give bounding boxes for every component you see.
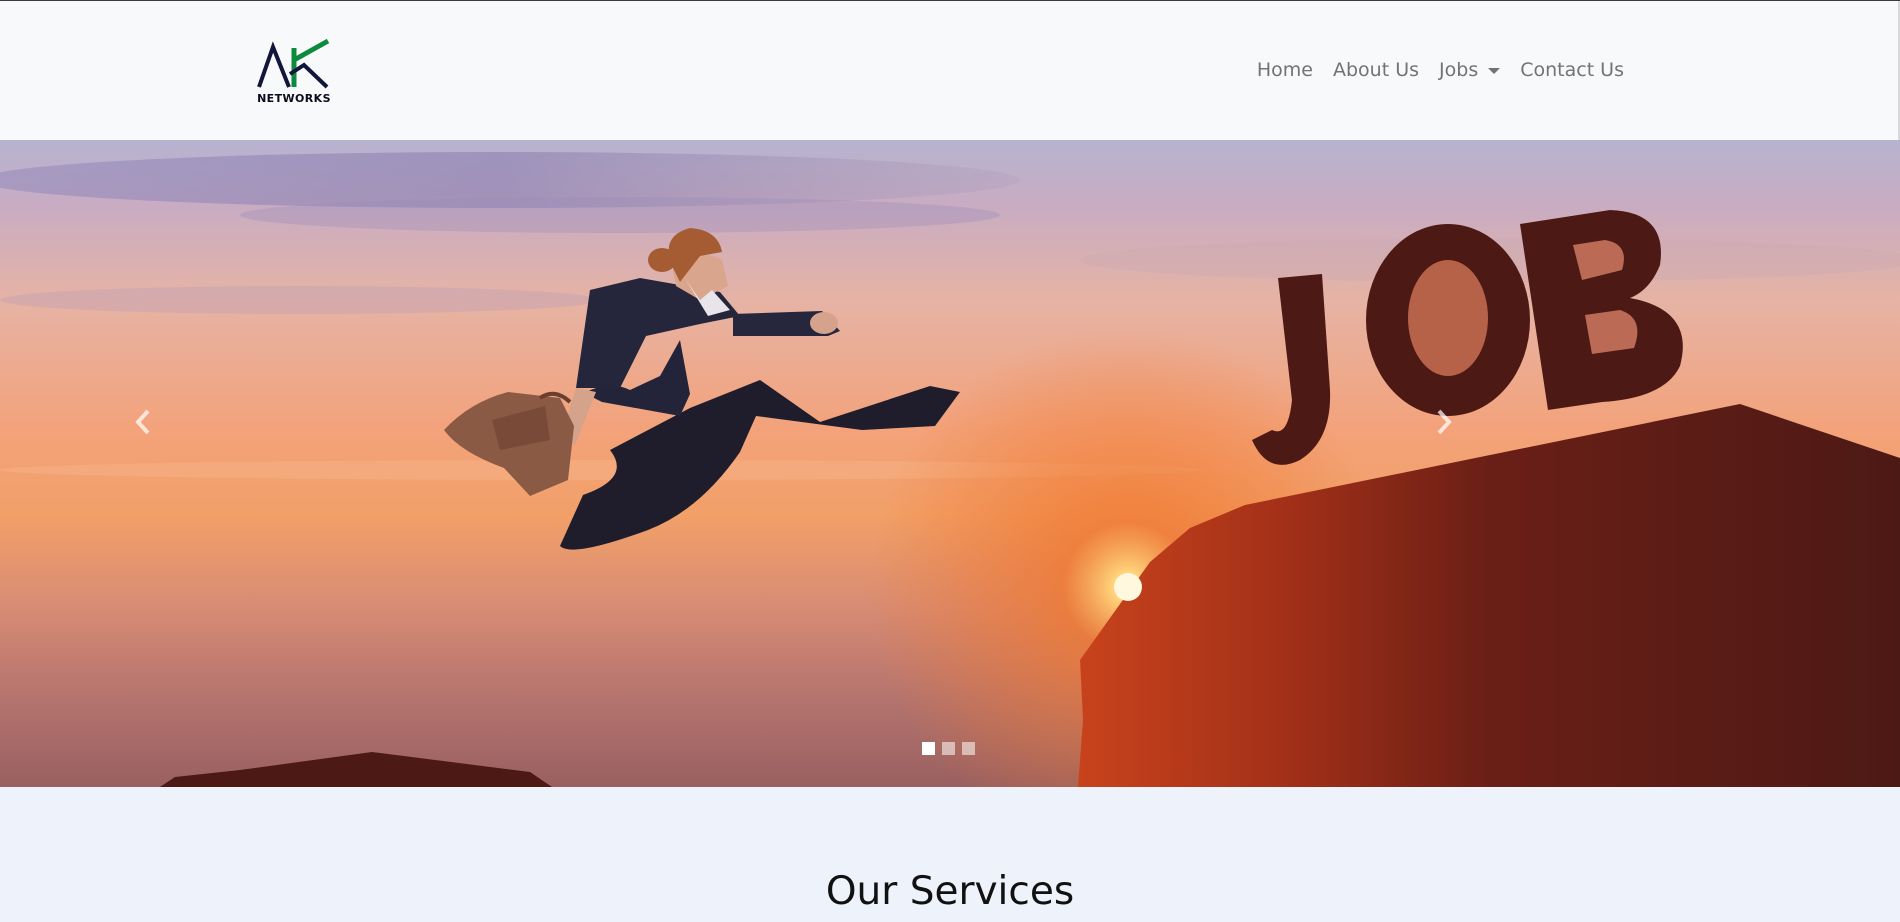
- carousel-prev-button[interactable]: [93, 372, 193, 472]
- services-section: Our Services: [0, 787, 1900, 922]
- nav-about-us[interactable]: About Us: [1323, 59, 1429, 81]
- caret-down-icon: [1488, 68, 1501, 74]
- carousel-indicator-1[interactable]: [922, 742, 935, 755]
- carousel-next-button[interactable]: [1394, 372, 1494, 472]
- hero-carousel: [0, 140, 1900, 787]
- brand-logo[interactable]: NETWORKS: [256, 38, 332, 106]
- services-heading: Our Services: [825, 869, 1075, 914]
- carousel-indicators: [922, 742, 975, 755]
- hero-image: [0, 152, 1900, 787]
- chevron-right-icon: [1437, 409, 1452, 435]
- nav-jobs-dropdown[interactable]: Jobs: [1429, 59, 1510, 81]
- nav-contact-us[interactable]: Contact Us: [1510, 59, 1634, 81]
- nav-home[interactable]: Home: [1247, 59, 1323, 81]
- nav-jobs-label: Jobs: [1439, 59, 1479, 81]
- navbar: NETWORKS Home About Us Jobs Contact Us: [0, 1, 1900, 140]
- chevron-left-icon: [135, 409, 150, 435]
- carousel-indicator-2[interactable]: [942, 742, 955, 755]
- logo-text: NETWORKS: [257, 92, 331, 105]
- main-nav: Home About Us Jobs Contact Us: [1247, 59, 1634, 81]
- logo-mark-icon: [257, 38, 330, 89]
- carousel-indicator-3[interactable]: [962, 742, 975, 755]
